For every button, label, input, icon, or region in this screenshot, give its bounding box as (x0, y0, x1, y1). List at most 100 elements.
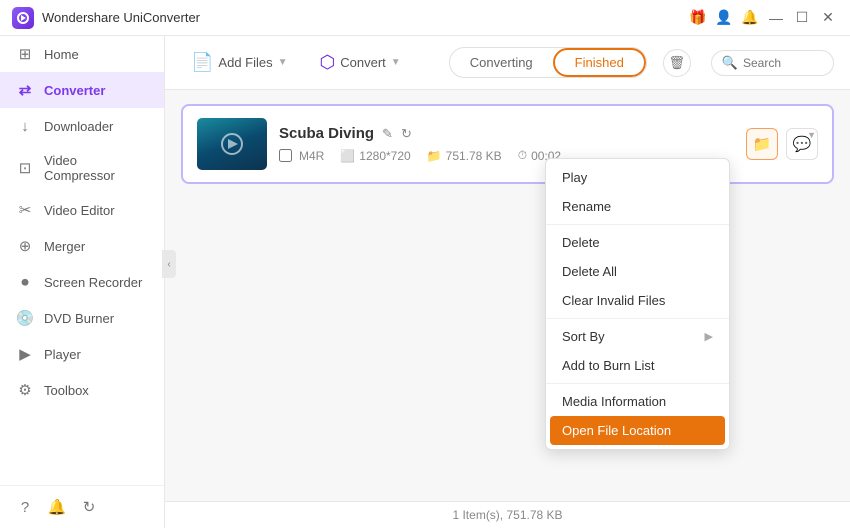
rename-label: Rename (562, 199, 611, 214)
context-menu-open-file-location[interactable]: Open File Location (550, 416, 725, 445)
sidebar-item-home[interactable]: ⊞ Home (0, 36, 164, 72)
sidebar-bottom: ? 🔔 ↻ (0, 485, 164, 528)
search-input[interactable] (743, 56, 823, 70)
add-burn-list-label: Add to Burn List (562, 358, 655, 373)
sidebar-label-video-editor: Video Editor (44, 203, 115, 218)
minimize-button[interactable]: — (766, 8, 786, 28)
file-name: Scuba Diving (279, 125, 374, 142)
menu-divider-1 (546, 224, 729, 225)
context-menu-rename[interactable]: Rename (546, 192, 729, 221)
tab-converting[interactable]: Converting (450, 50, 553, 75)
notification-icon[interactable]: 🔔 (48, 498, 66, 516)
context-menu-sort-by[interactable]: Sort By ▶ (546, 322, 729, 351)
sidebar-label-toolbox: Toolbox (44, 383, 89, 398)
titlebar: Wondershare UniConverter 🎁 👤 🔔 — ☐ ✕ (0, 0, 850, 36)
context-menu: Play Rename Delete Delete All Clear Inva… (545, 158, 730, 450)
delete-button[interactable]: 🗑 (663, 49, 691, 77)
open-file-location-label: Open File Location (562, 423, 671, 438)
thumbnail-image (197, 118, 267, 170)
message-button[interactable]: 💬 ▼ (786, 128, 818, 160)
menu-divider-2 (546, 318, 729, 319)
home-icon: ⊞ (16, 45, 34, 63)
file-area: Scuba Diving ✎ ↻ M4R ⬜ 1280*720 (165, 90, 850, 501)
sidebar-label-player: Player (44, 347, 81, 362)
context-menu-clear-invalid[interactable]: Clear Invalid Files (546, 286, 729, 315)
sidebar-label-screen-recorder: Screen Recorder (44, 275, 142, 290)
sidebar-item-dvd-burner[interactable]: 💿 DVD Burner (0, 300, 164, 336)
file-resolution: ⬜ 1280*720 (340, 149, 410, 163)
dvd-burner-icon: 💿 (16, 309, 34, 327)
file-thumbnail (197, 118, 267, 170)
edit-name-icon[interactable]: ✎ (382, 126, 393, 142)
duration-icon: ⏱ (518, 148, 527, 163)
sidebar-item-converter[interactable]: ⇄ Converter (0, 72, 164, 108)
toolbar: 📄 Add Files ▼ ⬡ Convert ▼ Converting Fin… (165, 36, 850, 90)
sidebar-item-video-compressor[interactable]: ⊡ Video Compressor (0, 144, 164, 192)
file-format: M4R (279, 149, 324, 163)
gift-icon[interactable]: 🎁 (688, 8, 708, 28)
size-value: 751.78 KB (446, 149, 502, 163)
search-box: 🔍 (711, 50, 834, 76)
tab-bar: Converting Finished (449, 47, 647, 78)
delete-label: Delete (562, 235, 600, 250)
window-controls: 🎁 👤 🔔 — ☐ ✕ (688, 8, 838, 28)
sidebar-label-home: Home (44, 47, 79, 62)
sidebar-item-merger[interactable]: ⊕ Merger (0, 228, 164, 264)
file-actions: 📁 💬 ▼ (746, 128, 818, 160)
clear-invalid-label: Clear Invalid Files (562, 293, 665, 308)
format-label: M4R (299, 149, 324, 163)
refresh-file-icon[interactable]: ↻ (401, 126, 412, 142)
refresh-icon[interactable]: ↻ (80, 498, 98, 516)
file-card: Scuba Diving ✎ ↻ M4R ⬜ 1280*720 (181, 104, 834, 184)
app-title: Wondershare UniConverter (42, 10, 688, 25)
resolution-value: 1280*720 (359, 149, 410, 163)
statusbar: 1 Item(s), 751.78 KB (165, 501, 850, 528)
context-menu-delete[interactable]: Delete (546, 228, 729, 257)
close-button[interactable]: ✕ (818, 8, 838, 28)
play-label: Play (562, 170, 587, 185)
context-menu-add-burn-list[interactable]: Add to Burn List (546, 351, 729, 380)
search-icon: 🔍 (722, 55, 738, 71)
convert-label: Convert (340, 55, 386, 70)
tab-finished[interactable]: Finished (553, 48, 646, 77)
video-editor-icon: ✂ (16, 201, 34, 219)
add-files-button[interactable]: 📄 Add Files ▼ (181, 46, 298, 79)
context-menu-delete-all[interactable]: Delete All (546, 257, 729, 286)
sort-by-label: Sort By (562, 329, 605, 344)
add-files-label: Add Files (218, 55, 272, 70)
open-folder-button[interactable]: 📁 (746, 128, 778, 160)
sidebar-label-dvd-burner: DVD Burner (44, 311, 114, 326)
maximize-button[interactable]: ☐ (792, 8, 812, 28)
menu-divider-3 (546, 383, 729, 384)
player-icon: ▶ (16, 345, 34, 363)
sidebar-label-video-compressor: Video Compressor (44, 153, 148, 183)
add-files-dropdown-icon: ▼ (278, 57, 288, 68)
help-icon[interactable]: ? (16, 498, 34, 516)
sort-by-arrow: ▶ (705, 330, 713, 343)
sidebar-label-downloader: Downloader (44, 119, 113, 134)
context-menu-play[interactable]: Play (546, 163, 729, 192)
file-name-row: Scuba Diving ✎ ↻ (279, 125, 734, 142)
content-area: 📄 Add Files ▼ ⬡ Convert ▼ Converting Fin… (165, 36, 850, 528)
convert-dropdown-icon: ▼ (391, 57, 401, 68)
sidebar-item-downloader[interactable]: ↓ Downloader (0, 108, 164, 144)
file-size: 📁 751.78 KB (427, 149, 502, 163)
convert-icon: ⬡ (320, 52, 336, 73)
sidebar: ⊞ Home ⇄ Converter ↓ Downloader ⊡ Video … (0, 36, 165, 528)
context-menu-media-info[interactable]: Media Information (546, 387, 729, 416)
sidebar-item-toolbox[interactable]: ⚙ Toolbox (0, 372, 164, 408)
convert-to-button[interactable]: ⬡ Convert ▼ (310, 46, 411, 79)
delete-all-label: Delete All (562, 264, 617, 279)
sidebar-item-video-editor[interactable]: ✂ Video Editor (0, 192, 164, 228)
sidebar-collapse-button[interactable]: ‹ (162, 250, 176, 278)
file-checkbox[interactable] (279, 149, 292, 162)
user-icon[interactable]: 👤 (714, 8, 734, 28)
app-logo (12, 7, 34, 29)
size-icon: 📁 (427, 149, 442, 163)
merger-icon: ⊕ (16, 237, 34, 255)
main-layout: ⊞ Home ⇄ Converter ↓ Downloader ⊡ Video … (0, 36, 850, 528)
sidebar-item-player[interactable]: ▶ Player (0, 336, 164, 372)
toolbox-icon: ⚙ (16, 381, 34, 399)
bell-icon[interactable]: 🔔 (740, 8, 760, 28)
sidebar-item-screen-recorder[interactable]: ⏺ Screen Recorder (0, 264, 164, 300)
